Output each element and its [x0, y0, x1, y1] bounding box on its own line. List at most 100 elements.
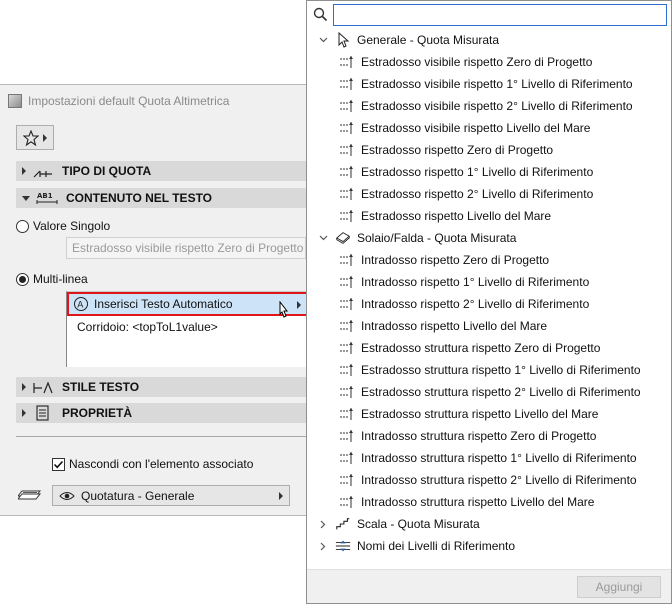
tree-item-label: Estradosso struttura rispetto Livello de… [361, 407, 599, 421]
tree-item[interactable]: Estradosso visibile rispetto 2° Livello … [307, 95, 671, 117]
tree-item-label: Estradosso rispetto Zero di Progetto [361, 143, 554, 157]
tree-item[interactable]: Estradosso rispetto 1° Livello di Riferi… [307, 161, 671, 183]
cursor-arrow-icon [338, 32, 350, 48]
properties-icon [36, 405, 49, 421]
tree-item[interactable]: Estradosso struttura rispetto Zero di Pr… [307, 337, 671, 359]
tree-item[interactable]: Estradosso rispetto Zero di Progetto [307, 139, 671, 161]
tree-item-label: Intradosso rispetto Zero di Progetto [361, 253, 550, 267]
elevation-dimension-icon [339, 319, 355, 333]
elevation-dimension-icon [340, 100, 353, 112]
elevation-dimension-icon [339, 495, 355, 509]
tree-item[interactable]: Intradosso rispetto 1° Livello di Riferi… [307, 271, 671, 293]
tree-item[interactable]: Intradosso struttura rispetto 1° Livello… [307, 447, 671, 469]
multiline-text-box[interactable]: A Inserisci Testo Automatico Corridoio: … [66, 291, 309, 367]
tree-item[interactable]: Intradosso struttura rispetto Zero di Pr… [307, 425, 671, 447]
elevation-dimension-icon [340, 56, 353, 68]
tree-item-label: Estradosso struttura rispetto 2° Livello… [361, 385, 641, 399]
section-label: TIPO DI QUOTA [62, 164, 152, 178]
tree-item-label: Estradosso rispetto 2° Livello di Riferi… [361, 187, 594, 201]
chevron-down-icon[interactable] [317, 37, 329, 43]
tree-item[interactable]: Estradosso visibile rispetto Zero di Pro… [307, 51, 671, 73]
tree-item-label: Estradosso visibile rispetto Zero di Pro… [361, 55, 593, 69]
valore-singolo-select: Estradosso visibile rispetto Zero di Pro… [66, 237, 306, 259]
tree-item[interactable]: Estradosso visibile rispetto Livello del… [307, 117, 671, 139]
dialog-title: Impostazioni default Quota Altimetrica [28, 94, 230, 108]
category-icon [335, 32, 351, 48]
radio-button[interactable] [16, 219, 29, 233]
text-content: Corridoio: <topToL1value> [77, 320, 218, 334]
section-stile-testo[interactable]: STILE TESTO [16, 377, 308, 397]
layer-select[interactable]: Quotatura - Generale [52, 485, 290, 506]
chevron-right-icon[interactable] [317, 520, 329, 529]
section-tipo-di-quota[interactable]: TIPO DI QUOTA [16, 161, 308, 181]
tree-item[interactable]: Estradosso struttura rispetto 2° Livello… [307, 381, 671, 403]
checkbox-checked[interactable] [52, 457, 65, 471]
section-proprieta[interactable]: PROPRIETÀ [16, 403, 308, 423]
insert-auto-text-button[interactable]: A Inserisci Testo Automatico [67, 292, 309, 316]
elevation-dimension-icon [340, 122, 353, 134]
add-button[interactable]: Aggiungi [577, 576, 661, 598]
search-input[interactable] [333, 4, 667, 26]
elevation-dimension-icon [339, 55, 355, 69]
tree-item[interactable]: Estradosso struttura rispetto 1° Livello… [307, 359, 671, 381]
tree-item[interactable]: Estradosso visibile rispetto 1° Livello … [307, 73, 671, 95]
chevron-right-icon [279, 492, 283, 500]
tree-item[interactable]: Intradosso rispetto 2° Livello di Riferi… [307, 293, 671, 315]
tree-item-label: Intradosso struttura rispetto 2° Livello… [361, 473, 637, 487]
tree-category[interactable]: Nomi dei Livelli di Riferimento [307, 535, 671, 557]
tree-item-label: Intradosso struttura rispetto 1° Livello… [361, 451, 637, 465]
checkbox-label: Nascondi con l'elemento associato [69, 457, 254, 471]
tree-item[interactable]: Estradosso rispetto Livello del Mare [307, 205, 671, 227]
elevation-dimension-icon [340, 386, 353, 398]
elevation-dimension-icon [339, 429, 355, 443]
radio-multi-linea[interactable]: Multi-linea [16, 272, 88, 286]
category-label: Nomi dei Livelli di Riferimento [357, 539, 516, 553]
levels-icon [335, 540, 351, 552]
tree-category[interactable]: Generale - Quota Misurata [307, 29, 671, 51]
hide-with-element-checkbox-row[interactable]: Nascondi con l'elemento associato [52, 457, 253, 471]
tree-item[interactable]: Intradosso rispetto Livello del Mare [307, 315, 671, 337]
tree-item-label: Intradosso rispetto 1° Livello di Riferi… [361, 275, 590, 289]
category-label: Generale - Quota Misurata [357, 33, 500, 47]
favorites-button[interactable] [16, 125, 54, 150]
chevron-right-icon[interactable] [317, 542, 329, 551]
tree-item[interactable]: Estradosso rispetto 2° Livello di Riferi… [307, 183, 671, 205]
expand-arrow-icon [22, 167, 26, 175]
elevation-dimension-icon [340, 276, 353, 288]
tree-item-label: Estradosso rispetto Livello del Mare [361, 209, 552, 223]
elevation-dimension-icon [340, 298, 353, 310]
chevron-down-icon[interactable] [317, 235, 329, 241]
tree-category[interactable]: Scala - Quota Misurata [307, 513, 671, 535]
section-contenuto-nel-testo[interactable]: AB1 CONTENUTO NEL TESTO [16, 188, 308, 208]
radio-button-selected[interactable] [16, 272, 29, 286]
elevation-dimension-icon [340, 210, 353, 222]
tree-item[interactable]: Intradosso struttura rispetto 2° Livello… [307, 469, 671, 491]
elevation-dimension-icon [340, 78, 353, 90]
mouse-cursor-icon [279, 301, 289, 318]
tree-category[interactable]: Solaio/Falda - Quota Misurata [307, 227, 671, 249]
tree-item-label: Intradosso struttura rispetto Zero di Pr… [361, 429, 597, 443]
radio-valore-singolo[interactable]: Valore Singolo [16, 219, 110, 233]
auto-text-popup: Generale - Quota Misurata Estradosso visi… [306, 0, 672, 604]
category-icon [335, 516, 351, 532]
elevation-dimension-icon [340, 452, 353, 464]
tree-item[interactable]: Estradosso struttura rispetto Livello de… [307, 403, 671, 425]
elevation-dimension-icon [340, 188, 353, 200]
elevation-dimension-icon [340, 144, 353, 156]
auto-text-icon: A [74, 297, 88, 311]
dialog-title-bar: Impostazioni default Quota Altimetrica [8, 93, 229, 109]
elevation-dimension-icon [339, 473, 355, 487]
tree-item[interactable]: Intradosso struttura rispetto Livello de… [307, 491, 671, 513]
elevation-dimension-icon [340, 408, 353, 420]
section-label: STILE TESTO [62, 380, 140, 394]
expand-arrow-icon [22, 409, 26, 417]
category-icon [335, 538, 351, 554]
tree-item[interactable]: Intradosso rispetto Zero di Progetto [307, 249, 671, 271]
layers-icon [18, 490, 42, 500]
elevation-dimension-icon [340, 364, 353, 376]
section-label: CONTENUTO NEL TESTO [66, 191, 213, 205]
elevation-dimension-icon [340, 342, 353, 354]
divider [16, 436, 308, 437]
radio-label: Valore Singolo [33, 219, 111, 233]
elevation-dimension-icon [339, 407, 355, 421]
